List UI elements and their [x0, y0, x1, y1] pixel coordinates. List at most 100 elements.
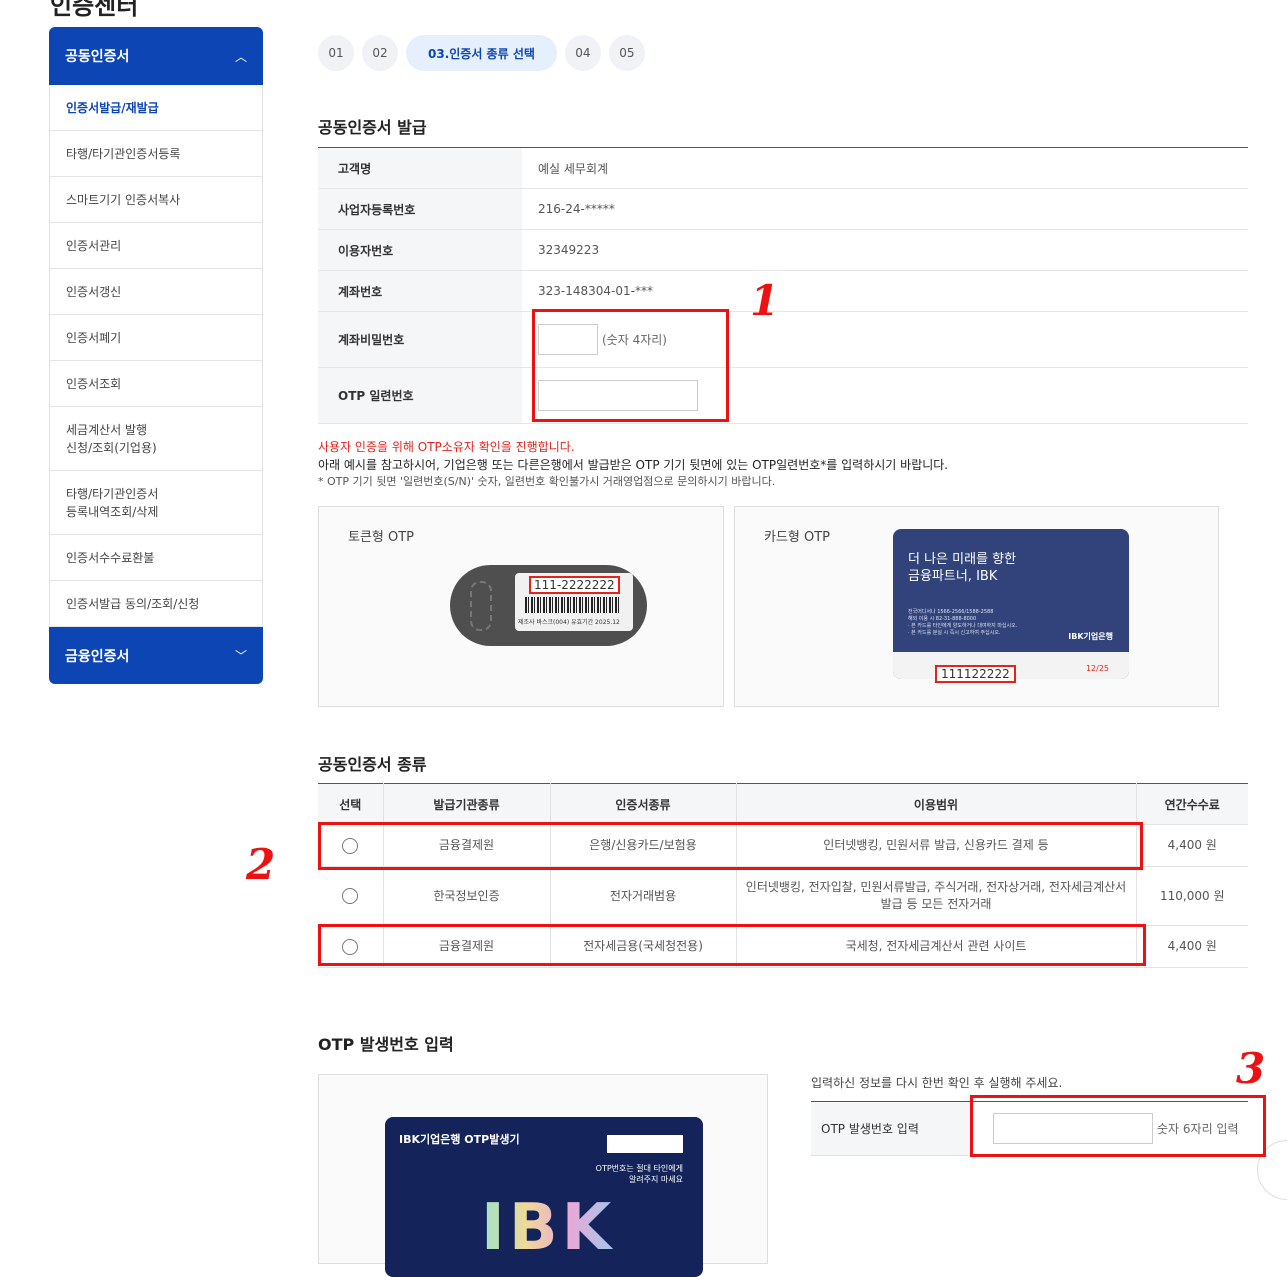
confirm-text: 입력하신 정보를 다시 한번 확인 후 실행해 주세요. [811, 1076, 1063, 1090]
col-header-fee: 연간수수료 [1136, 783, 1248, 825]
annotation-box-2b [318, 924, 1146, 966]
ibk-big-logo: IBK [481, 1191, 616, 1265]
card-serial-number: 111122222 [935, 665, 1016, 683]
sidebar-item-label: 인증서조회 [66, 377, 122, 391]
info-label: 계좌비밀번호 [318, 312, 522, 367]
col-header-select: 선택 [318, 783, 384, 825]
customer-info-table: 고객명 예실 세무회계 사업자등록번호 216-24-***** 이용자번호 3… [318, 147, 1248, 424]
info-row-business-number: 사업자등록번호 216-24-***** [318, 189, 1248, 230]
cell-fee: 110,000 원 [1136, 866, 1248, 926]
sidebar-item-label: 타행/타기관인증서등록 [66, 147, 181, 161]
card-fine-line: · 본 카드를 타인에게 양도하거나 대여하지 마십시오. [908, 623, 1018, 629]
info-value: 216-24-***** [538, 202, 615, 216]
card-title-line: 금융파트너, IBK [908, 569, 998, 584]
sidebar-item-revoke[interactable]: 인증서폐기 [49, 315, 263, 361]
card-title: 더 나은 미래를 향한 금융파트너, IBK [908, 551, 1016, 585]
step-5: 05 [608, 35, 645, 71]
otp-notice: 사용자 인증을 위해 OTP소유자 확인을 진행합니다. 아래 예시를 참고하시… [318, 438, 948, 489]
card-fine-line: 전국어디서나 1566-2566/1588-2588 [908, 609, 994, 615]
token-serial-number: 111-2222222 [529, 576, 620, 594]
radio-button[interactable] [342, 888, 359, 904]
sidebar-footer-label: 금융인증서 [65, 648, 130, 665]
notice-small: * OTP 기기 뒷면 '일련번호(S/N)' 숫자, 일련번호 확인불가시 거… [318, 475, 776, 488]
page-title: 인증센터 [50, 0, 139, 20]
step-1: 01 [318, 35, 354, 71]
issue-section-title: 공동인증서 발급 [318, 118, 427, 137]
sidebar-item-consent[interactable]: 인증서발급 동의/조회/신청 [49, 581, 263, 627]
sidebar-item-tax-invoice[interactable]: 세금계산서 발행 신청/조회(기업용) [49, 407, 263, 471]
info-label: OTP 일련번호 [318, 368, 522, 423]
cell-fee: 4,400 원 [1136, 824, 1248, 867]
token-otp-example: 토큰형 OTP 111-2222222 제조사 바스크(004) 유효기간 20… [318, 506, 724, 707]
sidebar-item-fee-refund[interactable]: 인증서수수료환불 [49, 535, 263, 581]
card-fine-line: 해외 이용 시 82-31-888-8000 [908, 616, 977, 622]
sidebar-item-smart-copy[interactable]: 스마트기기 인증서복사 [49, 177, 263, 223]
info-row-customer-name: 고객명 예실 세무회계 [318, 148, 1248, 189]
otp-warning-line: 알려주지 마세요 [628, 1175, 683, 1184]
card-otp-image: 더 나은 미래를 향한 금융파트너, IBK 전국어디서나 1566-2566/… [893, 529, 1129, 679]
info-value: 32349223 [538, 243, 600, 257]
info-label: 계좌번호 [318, 271, 522, 311]
step-indicator: 01 02 03.인증서 종류 선택 04 05 [318, 35, 645, 71]
info-row-account-number: 계좌번호 323-148304-01-*** [318, 271, 1248, 312]
sidebar-item-label: 인증서관리 [66, 239, 122, 253]
info-value: 323-148304-01-*** [538, 284, 653, 298]
info-row-account-password: 계좌비밀번호 (숫자 4자리) [318, 312, 1248, 368]
otp-warning: OTP번호는 절대 타인에게 알려주지 마세요 [596, 1163, 683, 1185]
info-value: 예실 세무회계 [538, 161, 609, 176]
annotation-number-1: 1 [750, 276, 780, 325]
notice-red: 사용자 인증을 위해 OTP소유자 확인을 진행합니다. [318, 440, 575, 454]
token-plate: 111-2222222 제조사 바스크(004) 유효기간 2025.12 [515, 573, 633, 631]
sidebar-item-issue[interactable]: 인증서발급/재발급 [49, 85, 263, 131]
sidebar-item-lookup[interactable]: 인증서조회 [49, 361, 263, 407]
step-3-active: 03.인증서 종류 선택 [406, 35, 557, 71]
otp-input-section-title: OTP 발생번호 입력 [318, 1035, 454, 1054]
otp-generator-card-image: IBK기업은행 OTP발생기 OTP번호는 절대 타인에게 알려주지 마세요 I… [385, 1117, 703, 1277]
sidebar-item-register-other[interactable]: 타행/타기관인증서등록 [49, 131, 263, 177]
card-title-line: 더 나은 미래를 향한 [908, 552, 1017, 567]
cell-type: 전자거래범용 [550, 866, 737, 926]
sidebar-item-renew[interactable]: 인증서갱신 [49, 269, 263, 315]
token-ring-icon [470, 581, 492, 631]
notice-main: 아래 예시를 참고하시어, 기업은행 또는 다른은행에서 발급받은 OTP 기기… [318, 458, 949, 472]
chevron-up-icon: ︿ [234, 49, 247, 64]
step-4: 04 [564, 35, 601, 71]
chevron-down-icon: ﹀ [234, 649, 247, 663]
sidebar-financial-cert[interactable]: 금융인증서 ﹀ [49, 627, 263, 684]
sidebar: 공동인증서 ︿ 인증서발급/재발급 타행/타기관인증서등록 스마트기기 인증서복… [49, 27, 263, 684]
sidebar-item-label: 인증서수수료환불 [66, 551, 155, 565]
info-row-otp-serial: OTP 일련번호 [318, 368, 1248, 424]
token-otp-label: 토큰형 OTP [348, 530, 415, 545]
sidebar-item-label: 인증서발급/재발급 [66, 101, 159, 115]
card-otp-example: 카드형 OTP 더 나은 미래를 향한 금융파트너, IBK 전국어디서나 15… [734, 506, 1219, 707]
ibk-logo: IBK기업은행 [1068, 632, 1113, 641]
cell-scope: 인터넷뱅킹, 전자입찰, 민원서류발급, 주식거래, 전자상거래, 전자세금계산… [736, 866, 1137, 926]
token-caption: 제조사 바스크(004) 유효기간 2025.12 [518, 619, 620, 626]
table-row: 한국정보인증 전자거래범용 인터넷뱅킹, 전자입찰, 민원서류발급, 주식거래,… [318, 866, 1248, 926]
info-label: 이용자번호 [318, 230, 522, 270]
col-header-cert-type: 인증서종류 [550, 783, 737, 825]
annotation-box-3 [970, 1095, 1266, 1157]
cell-fee: 4,400 원 [1136, 925, 1248, 968]
sidebar-item-label: 인증서갱신 [66, 285, 122, 299]
sidebar-item-label: 세금계산서 발행 신청/조회(기업용) [66, 422, 157, 455]
card-fine-print: 전국어디서나 1566-2566/1588-2588 해외 이용 시 82-31… [908, 609, 1017, 637]
token-otp-device-image: 111-2222222 제조사 바스크(004) 유효기간 2025.12 [450, 565, 647, 646]
step-2: 02 [362, 35, 398, 71]
card-otp-label: 카드형 OTP [764, 530, 831, 545]
otp-warning-line: OTP번호는 절대 타인에게 [595, 1164, 683, 1173]
annotation-box-2a [318, 822, 1143, 870]
sidebar-item-other-history[interactable]: 타행/타기관인증서 등록내역조회/삭제 [49, 471, 263, 535]
sidebar-item-label: 인증서발급 동의/조회/신청 [66, 597, 200, 611]
annotation-box-1 [532, 309, 729, 422]
otp-display-slot [607, 1135, 683, 1153]
card-expiry: 12/25 [1085, 664, 1109, 673]
card-fine-line: · 본 카드를 분실 시 즉시 신고하여 주십시오. [908, 630, 1001, 636]
table-header-row: 선택 발급기관종류 인증서종류 이용범위 연간수수료 [318, 783, 1248, 825]
cell-issuer: 한국정보인증 [383, 866, 551, 926]
sidebar-item-label: 인증서폐기 [66, 331, 122, 345]
sidebar-header-public-cert[interactable]: 공동인증서 ︿ [49, 27, 263, 85]
sidebar-item-label: 타행/타기관인증서 등록내역조회/삭제 [66, 486, 159, 519]
annotation-number-2: 2 [246, 840, 276, 889]
sidebar-item-manage[interactable]: 인증서관리 [49, 223, 263, 269]
